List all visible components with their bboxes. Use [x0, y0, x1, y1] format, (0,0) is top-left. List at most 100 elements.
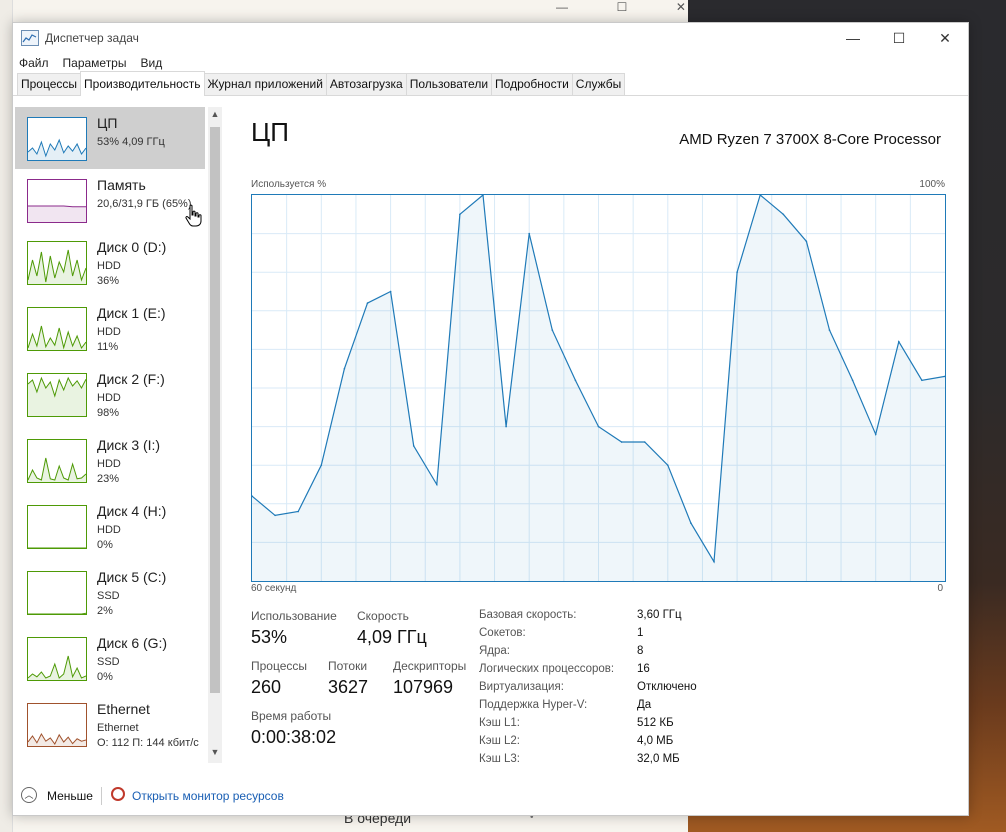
- sidebar-item-detail-line1: HDD: [97, 326, 121, 338]
- info-value: 32,0 МБ: [637, 753, 680, 765]
- info-label: Поддержка Hyper-V:: [479, 699, 588, 711]
- background-minimize-icon[interactable]: —: [556, 0, 568, 14]
- tab-app-history[interactable]: Журнал приложений: [203, 73, 327, 95]
- sidebar-item-8[interactable]: Диск 6 (G:) SSD 0%: [15, 627, 205, 689]
- sidebar-item-name: Диск 5 (C:): [97, 569, 167, 585]
- background-maximize-icon[interactable]: ☐: [617, 0, 628, 14]
- cpu-usage-point: [459, 213, 461, 216]
- cpu-usage-point: [366, 302, 369, 304]
- sidebar-item-1[interactable]: Память 20,6/31,9 ГБ (65%): [15, 169, 205, 231]
- cpu-usage-point: [898, 340, 900, 343]
- sidebar-item-detail-line1: HDD: [97, 458, 121, 470]
- tab-strip: Процессы Производительность Журнал прило…: [13, 71, 968, 96]
- usage-label: Использование: [251, 609, 337, 623]
- sidebar-item-7[interactable]: Диск 5 (C:) SSD 2%: [15, 561, 205, 623]
- sidebar-item-detail-line1: HDD: [97, 260, 121, 272]
- handles-value: 107969: [393, 677, 454, 697]
- info-label: Кэш L3:: [479, 753, 520, 765]
- task-manager-icon: [21, 30, 39, 46]
- tab-details[interactable]: Подробности: [491, 73, 573, 95]
- sidebar-item-name: Диск 1 (E:): [97, 305, 166, 321]
- sidebar-item-details: 53% 4,09 ГГц: [97, 135, 165, 150]
- open-resource-monitor-link[interactable]: Открыть монитор ресурсов: [132, 789, 284, 803]
- bottom-separator: [101, 787, 102, 805]
- sidebar-thumbnail-graph: [27, 179, 87, 223]
- sidebar-item-name: ЦП: [97, 115, 118, 131]
- cpu-usage-point: [667, 464, 669, 467]
- sidebar-item-5[interactable]: Диск 3 (I:) HDD 23%: [15, 429, 205, 491]
- sidebar-item-details: HDD 23%: [97, 457, 121, 487]
- cpu-usage-point: [412, 445, 415, 447]
- info-label: Базовая скорость:: [479, 609, 577, 621]
- cpu-usage-point: [528, 232, 530, 235]
- fewer-details-link[interactable]: Меньше: [47, 789, 93, 803]
- menu-options[interactable]: Параметры: [63, 56, 127, 70]
- graph-time-end: 0: [937, 583, 943, 594]
- sidebar-item-2[interactable]: Диск 0 (D:) HDD 36%: [15, 231, 205, 293]
- close-button[interactable]: ✕: [922, 23, 968, 53]
- scroll-thumb[interactable]: [210, 127, 220, 693]
- sidebar-item-name: Память: [97, 177, 146, 193]
- scroll-down-icon[interactable]: ▼: [208, 747, 222, 761]
- cpu-usage-point: [874, 433, 877, 436]
- sidebar-item-3[interactable]: Диск 1 (E:) HDD 11%: [15, 297, 205, 359]
- sidebar-item-6[interactable]: Диск 4 (H:) HDD 0%: [15, 495, 205, 557]
- sidebar-item-details: HDD 11%: [97, 325, 121, 355]
- minimize-button[interactable]: —: [830, 23, 876, 53]
- info-value: 512 КБ: [637, 717, 674, 729]
- sidebar-thumbnail-graph: [27, 637, 87, 681]
- graph-time-label: 60 секунд: [251, 583, 297, 594]
- cpu-usage-point: [643, 441, 646, 443]
- sidebar-item-detail-line2: 98%: [97, 407, 120, 419]
- background-close-icon[interactable]: ✕: [676, 0, 686, 14]
- sidebar-item-detail-line2: 23%: [97, 473, 120, 485]
- uptime-label: Время работы: [251, 709, 332, 723]
- cpu-usage-point: [436, 483, 438, 486]
- resource-monitor-icon[interactable]: [111, 787, 125, 801]
- sidebar-item-4[interactable]: Диск 2 (F:) HDD 98%: [15, 363, 205, 425]
- cpu-usage-point: [389, 290, 392, 293]
- menu-view[interactable]: Вид: [140, 56, 162, 70]
- sidebar-thumbnail-graph: [27, 373, 87, 417]
- sidebar-item-9[interactable]: Ethernet Ethernet О: 112 П: 144 кбит/с: [15, 693, 205, 755]
- bottom-bar: ︿ Меньше Открыть монитор ресурсов: [13, 777, 968, 815]
- cpu-usage-point: [782, 213, 785, 216]
- tab-performance[interactable]: Производительность: [80, 71, 205, 96]
- cpu-usage-point: [297, 510, 299, 513]
- cpu-usage-point: [713, 560, 715, 563]
- sidebar-item-details: HDD 0%: [97, 523, 121, 553]
- sidebar-item-details: HDD 36%: [97, 259, 121, 289]
- sidebar-item-details: SSD 0%: [97, 655, 120, 685]
- tab-users[interactable]: Пользователи: [405, 73, 493, 95]
- tab-processes[interactable]: Процессы: [17, 73, 82, 95]
- maximize-button[interactable]: ☐: [876, 23, 922, 53]
- cpu-usage-point: [805, 240, 808, 243]
- sidebar-item-detail-line2: О: 112 П: 144 кбит/с: [97, 737, 199, 749]
- handles-label: Дескрипторы: [393, 659, 467, 673]
- sidebar-thumbnail-graph: [27, 117, 87, 161]
- sidebar-item-detail-line1: SSD: [97, 656, 120, 668]
- sidebar-item-detail-line2: 36%: [97, 275, 120, 287]
- window-title: Диспетчер задач: [45, 31, 139, 45]
- graph-axis-max: 100%: [919, 179, 945, 190]
- cpu-usage-point: [690, 522, 692, 524]
- chevron-up-icon[interactable]: ︿: [21, 787, 37, 803]
- info-value: 8: [637, 645, 644, 657]
- threads-value: 3627: [328, 677, 369, 697]
- scroll-up-icon[interactable]: ▲: [208, 109, 222, 123]
- tab-services[interactable]: Службы: [571, 73, 626, 95]
- tab-startup[interactable]: Автозагрузка: [325, 73, 407, 95]
- sidebar-item-detail-line1: Ethernet: [97, 722, 139, 734]
- sidebar-scrollbar[interactable]: ▲ ▼: [208, 107, 222, 763]
- info-label: Логических процессоров:: [479, 663, 615, 675]
- title-bar[interactable]: Диспетчер задач — ☐ ✕: [13, 23, 968, 53]
- menu-file[interactable]: Файл: [19, 56, 49, 70]
- sidebar-item-0[interactable]: ЦП 53% 4,09 ГГц: [15, 107, 205, 169]
- info-label: Ядра:: [479, 645, 511, 657]
- menu-bar: Файл Параметры Вид: [13, 53, 968, 73]
- cpu-usage-point: [551, 329, 554, 331]
- cpu-usage-point: [851, 379, 854, 382]
- sidebar-thumbnail-graph: [27, 505, 87, 549]
- cpu-usage-point: [320, 464, 323, 467]
- sidebar-item-detail-line2: 0%: [97, 539, 113, 551]
